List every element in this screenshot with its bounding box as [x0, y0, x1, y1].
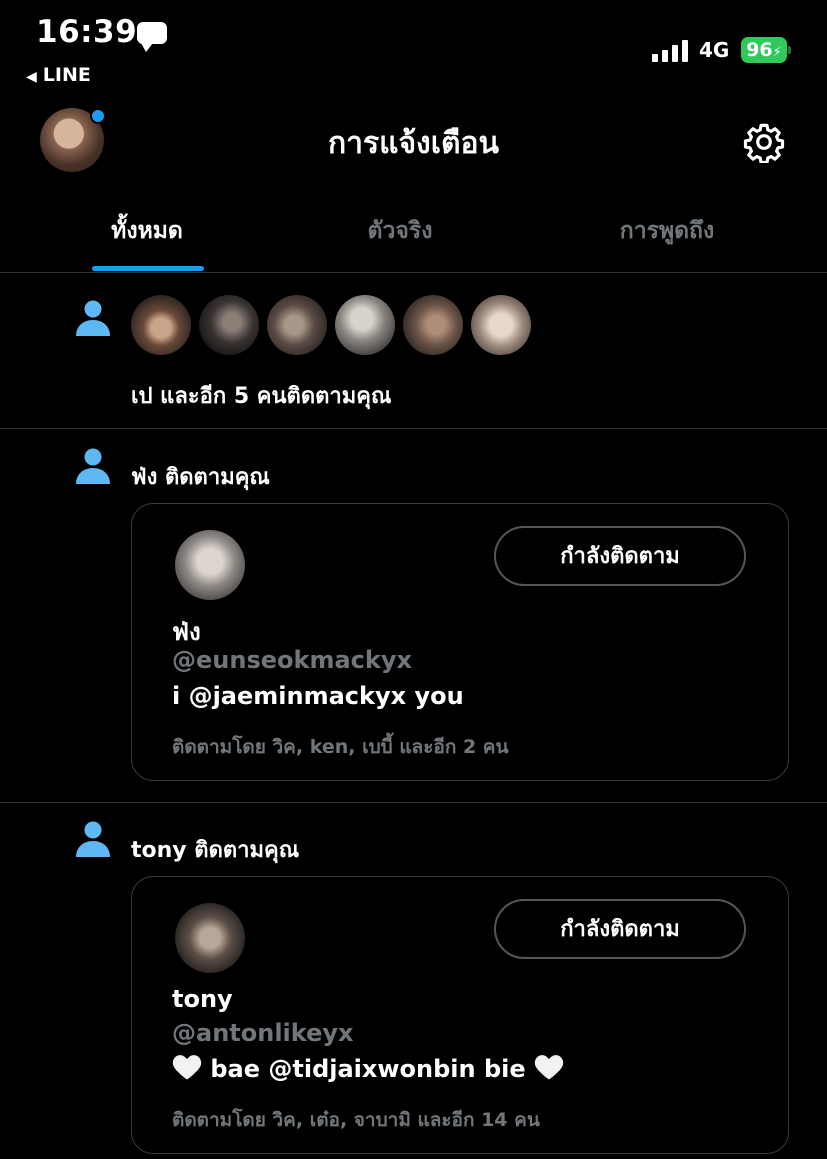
person-follow-icon [76, 300, 110, 336]
follow-notification-text: ฟ่ง ติดตามคุณ [131, 465, 270, 490]
back-app-label: LINE [42, 64, 91, 86]
follower-avatar[interactable] [403, 295, 463, 355]
tabs-divider [0, 272, 827, 273]
active-tab-indicator [92, 266, 204, 271]
battery-level: 96 [746, 39, 773, 61]
follower-avatar[interactable] [267, 295, 327, 355]
charging-bolt-icon: ⚡ [772, 45, 782, 60]
followed-by-text: ติดตามโดย วิค, ken, เบบี้ และอีก 2 คน [172, 736, 509, 758]
page-title: การแจ้งเตือน [328, 126, 499, 161]
white-heart-icon [534, 1055, 564, 1080]
back-to-app-link[interactable]: ◀ LINE [26, 64, 91, 86]
followed-by-text: ติดตามโดย วิค, เต๋อ, จาบามิ และอีก 14 คน [172, 1109, 540, 1131]
back-triangle-icon: ◀ [26, 69, 37, 85]
follower-avatar[interactable] [471, 295, 531, 355]
person-follow-icon [76, 448, 110, 484]
user-card-handle: @antonlikeyx [172, 1019, 354, 1047]
notification-divider [0, 428, 827, 429]
network-type: 4G [699, 38, 730, 62]
user-card-avatar[interactable] [175, 903, 245, 973]
user-card-bio-row: bae @tidjaixwonbin bie [172, 1053, 564, 1083]
battery-indicator: 96⚡ [741, 37, 791, 63]
user-card[interactable]: กำลังติดตาม ฟ่ง @eunseokmackyx i @jaemin… [131, 503, 789, 781]
user-card[interactable]: กำลังติดตาม tony @antonlikeyx bae @tidja… [131, 876, 789, 1154]
user-card-bio: i @jaeminmackyx you [172, 682, 464, 710]
tab-all[interactable]: ทั้งหมด [72, 213, 222, 249]
user-card-name: tony [172, 985, 233, 1013]
follower-avatar[interactable] [335, 295, 395, 355]
user-card-avatar[interactable] [175, 530, 245, 600]
follower-avatar[interactable] [131, 295, 191, 355]
group-follow-text: เป และอีก 5 คนติดตามคุณ [131, 384, 392, 409]
status-time: 16:39 [36, 14, 138, 50]
tab-mentions[interactable]: การพูดถึง [592, 213, 742, 249]
tab-verified[interactable]: ตัวจริง [325, 213, 475, 249]
user-card-bio: bae @tidjaixwonbin bie [210, 1055, 526, 1083]
white-heart-icon [172, 1055, 202, 1080]
settings-gear-icon[interactable] [743, 121, 785, 163]
following-button[interactable]: กำลังติดตาม [494, 899, 746, 959]
follow-notification-text: tony ติดตามคุณ [131, 838, 300, 863]
user-card-handle: @eunseokmackyx [172, 646, 412, 674]
notification-divider [0, 802, 827, 803]
message-notification-icon [137, 22, 167, 52]
follower-avatar[interactable] [199, 295, 259, 355]
person-follow-icon [76, 821, 110, 857]
following-button[interactable]: กำลังติดตาม [494, 526, 746, 586]
cellular-signal-icon [652, 38, 692, 62]
